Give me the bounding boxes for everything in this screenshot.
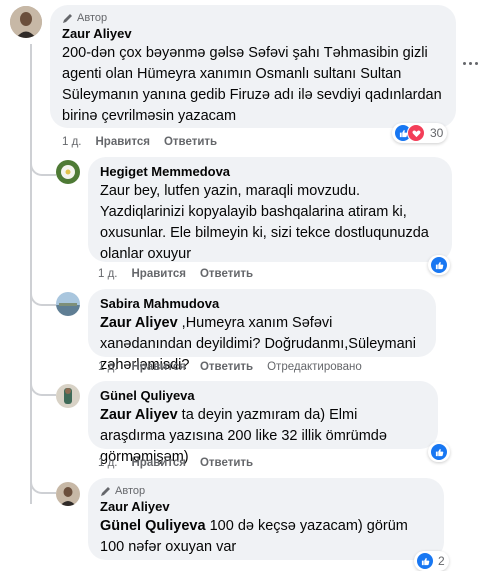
mention-link[interactable]: Zaur Aliyev [100, 315, 178, 331]
reply-button[interactable]: Ответить [200, 361, 253, 373]
thread-elbow [30, 372, 56, 396]
reaction-summary[interactable] [428, 442, 450, 462]
comment-time[interactable]: 1 д. [98, 457, 118, 469]
pencil-icon [101, 487, 110, 496]
comment-bubble: Sabira Mahmudova Zaur Aliyev ,Humeyra xa… [88, 289, 436, 373]
like-button[interactable]: Нравится [132, 457, 186, 469]
comment-time[interactable]: 1 д. [98, 268, 118, 280]
comment-author-name[interactable]: Günel Quliyeva [100, 387, 426, 405]
more-options-icon[interactable] [463, 62, 478, 65]
avatar[interactable] [56, 384, 80, 408]
reaction-count: 2 [438, 554, 445, 568]
comment-author-name[interactable]: Zaur Aliyev [100, 498, 432, 516]
reply-button[interactable]: Ответить [164, 136, 217, 148]
comment-text: Günel Quliyeva 100 də keçsə yazacam) gör… [100, 518, 408, 555]
avatar[interactable] [10, 6, 42, 38]
thread-elbow [30, 470, 56, 494]
reaction-summary[interactable] [428, 255, 450, 275]
like-icon [430, 256, 448, 274]
reply-button[interactable]: Ответить [200, 268, 253, 280]
author-badge: Автор [100, 484, 432, 498]
pencil-icon [63, 14, 72, 23]
like-icon [430, 443, 448, 461]
like-button[interactable]: Нравится [132, 268, 186, 280]
avatar[interactable] [56, 482, 80, 506]
comment-actions: 1 д. Нравится Ответить [62, 136, 217, 148]
comment-time[interactable]: 1 д. [98, 361, 118, 373]
comment-actions: 1 д. Нравится Ответить [98, 268, 253, 280]
mention-link[interactable]: Günel Quliyeva [100, 518, 206, 534]
reaction-summary[interactable]: 30 [392, 123, 448, 143]
comment-bubble: Hegiget Memmedova Zaur bey, lutfen yazin… [88, 157, 452, 262]
thread-elbow [30, 282, 56, 306]
comment-author-name[interactable]: Hegiget Memmedova [100, 163, 440, 181]
mention-link[interactable]: Zaur Aliyev [100, 407, 178, 423]
reply-button[interactable]: Ответить [200, 457, 253, 469]
avatar[interactable] [56, 160, 80, 184]
avatar[interactable] [56, 292, 80, 316]
like-icon [416, 552, 434, 570]
author-badge: Автор [62, 11, 444, 25]
like-button[interactable]: Нравится [132, 361, 186, 373]
thread-elbow [30, 152, 56, 176]
comment-bubble: Günel Quliyeva Zaur Aliyev ta deyin yazm… [88, 381, 438, 465]
comment-time[interactable]: 1 д. [62, 136, 82, 148]
comment-bubble: Автор Zaur Aliyev Günel Quliyeva 100 də … [88, 478, 444, 560]
comment-actions: 1 д. Нравится Ответить [98, 457, 253, 469]
edited-label: Отредактировано [267, 361, 362, 373]
reaction-summary[interactable]: 2 [414, 551, 449, 571]
comment-actions: 1 д. Нравится Ответить Отредактировано [98, 361, 362, 373]
comment-text: 200-dən çox bəyənmə gəlsə Səfəvi şahı Tə… [62, 45, 442, 124]
comment-author-name[interactable]: Sabira Mahmudova [100, 295, 424, 313]
comment-author-name[interactable]: Zaur Aliyev [62, 25, 444, 43]
comment-text: Zaur bey, lutfen yazin, maraqli movzudu.… [100, 183, 429, 262]
reaction-count: 30 [430, 126, 444, 140]
comment-bubble: Автор Zaur Aliyev 200-dən çox bəyənmə gə… [50, 5, 456, 128]
like-button[interactable]: Нравится [96, 136, 150, 148]
thread-line [30, 44, 32, 504]
love-icon [407, 124, 425, 142]
